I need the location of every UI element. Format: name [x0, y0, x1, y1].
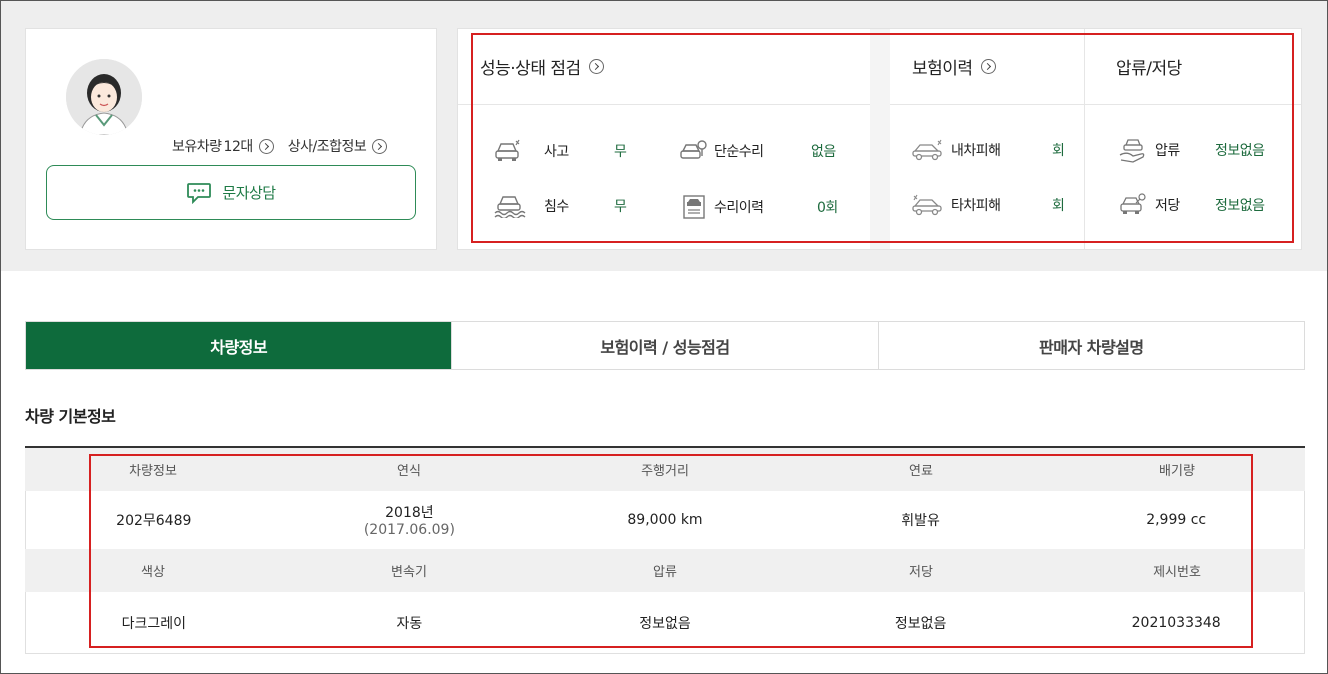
header-display-number: 제시번호 — [1153, 565, 1201, 580]
value-color: 다크그레이 — [121, 615, 186, 632]
car-flood-icon — [494, 196, 526, 218]
accident-row: 사고 무 — [494, 139, 664, 163]
chat-icon — [187, 182, 212, 204]
table-header-row: 색상 변속기 압류 저당 제시번호 — [25, 549, 1305, 592]
table-row: 다크그레이 자동 정보없음 정보없음 2021033348 — [25, 592, 1305, 654]
accident-label: 사고 — [544, 144, 569, 160]
chevron-right-icon — [588, 59, 604, 74]
seizure-header: 압류/저당 — [1085, 29, 1301, 105]
other-damage-row: 타차피해 회 — [912, 194, 1082, 216]
value-transmission: 자동 — [396, 615, 423, 632]
dealer-info-link[interactable]: 상사/조합정보 — [288, 136, 388, 156]
repair-history-value: 0회 — [817, 200, 838, 216]
header-seizure: 압류 — [653, 565, 677, 580]
value-display-number: 2021033348 — [1131, 614, 1221, 631]
seller-avatar — [66, 59, 142, 135]
flood-label: 침수 — [544, 199, 569, 215]
owned-label: 보유차량 — [172, 139, 222, 155]
vehicle-summary-card: 성능·상태 점검 사고 무 단순수리 없음 침수 무 수리이력 0회 보험이력 … — [457, 28, 1302, 250]
header-mileage: 주행거리 — [641, 464, 689, 479]
seller-links: 보유차량 12대 상사/조합정보 — [172, 136, 388, 156]
header-fuel: 연료 — [909, 464, 933, 479]
year-main: 2018년 — [385, 505, 434, 521]
header-color: 색상 — [141, 565, 165, 580]
sms-button-label: 문자상담 — [222, 184, 276, 202]
seizure-title: 압류/저당 — [1116, 59, 1182, 79]
seller-card: 보유차량 12대 상사/조합정보 문자상담 — [25, 28, 437, 250]
header-displacement: 배기량 — [1159, 464, 1195, 479]
repair-history-label: 수리이력 — [714, 200, 764, 216]
chevron-right-icon — [980, 59, 996, 74]
simple-repair-row: 단순수리 없음 — [680, 139, 850, 163]
chevron-right-icon — [372, 138, 388, 154]
other-car-damage-icon — [912, 194, 942, 216]
my-car-damage-icon — [912, 139, 942, 161]
seizure-label: 압류 — [1155, 143, 1180, 159]
basic-info-table: 차량정보 연식 주행거리 연료 배기량 202무6489 2018년 (2017… — [25, 446, 1305, 654]
insurance-section: 보험이력 내차피해 회 타차피해 회 — [890, 29, 1085, 249]
car-repair-icon — [680, 140, 707, 159]
simple-repair-value: 없음 — [811, 144, 836, 160]
detail-tabs: 차량정보 보험이력 / 성능점검 판매자 차량설명 — [25, 321, 1305, 370]
mortgage-label: 저당 — [1155, 198, 1180, 214]
value-plate-number: 202무6489 — [116, 513, 192, 529]
other-damage-label: 타차피해 — [951, 198, 1001, 214]
repair-history-icon — [683, 195, 705, 219]
mortgage-value: 정보없음 — [1215, 198, 1265, 214]
chevron-right-icon — [258, 138, 274, 154]
accident-value: 무 — [614, 144, 627, 160]
dealer-info-label: 상사/조합정보 — [287, 139, 367, 155]
owned-cars-link[interactable]: 보유차량 12대 — [172, 136, 274, 156]
seizure-section: 압류/저당 압류 정보없음 저당 정보없음 — [1085, 29, 1301, 249]
flood-row: 침수 무 — [494, 194, 664, 218]
flood-value: 무 — [614, 199, 627, 215]
tab-vehicle-info[interactable]: 차량정보 — [26, 322, 453, 369]
section-divider — [870, 29, 890, 249]
car-accident-icon — [495, 139, 520, 161]
value-mortgage: 정보없음 — [894, 615, 947, 632]
mortgage-row: 저당 정보없음 — [1119, 192, 1299, 218]
tab-seller-description[interactable]: 판매자 차량설명 — [879, 322, 1304, 369]
seizure-row: 압류 정보없음 — [1119, 137, 1299, 163]
sms-consult-button[interactable]: 문자상담 — [46, 165, 416, 220]
my-damage-label: 내차피해 — [951, 143, 1001, 159]
insurance-title: 보험이력 — [912, 59, 973, 79]
header-year: 연식 — [397, 464, 421, 479]
value-year: 2018년 (2017.06.09) — [282, 491, 538, 549]
owned-count: 12대 — [223, 139, 254, 155]
header-transmission: 변속기 — [391, 565, 427, 580]
performance-header[interactable]: 성능·상태 점검 — [458, 29, 870, 105]
performance-title: 성능·상태 점검 — [480, 59, 581, 79]
simple-repair-label: 단순수리 — [714, 144, 764, 160]
performance-section: 성능·상태 점검 사고 무 단순수리 없음 침수 무 수리이력 0회 — [458, 29, 870, 249]
year-registration-date: (2017.06.09) — [363, 522, 455, 538]
other-damage-value: 회 — [1052, 198, 1065, 214]
repair-history-row: 수리이력 0회 — [680, 194, 850, 220]
seizure-icon — [1119, 139, 1145, 163]
table-row: 202무6489 2018년 (2017.06.09) 89,000 km 휘발… — [25, 491, 1305, 549]
value-seizure: 정보없음 — [639, 615, 691, 632]
table-header-row: 차량정보 연식 주행거리 연료 배기량 — [25, 448, 1305, 491]
value-mileage: 89,000 km — [627, 512, 703, 528]
my-damage-row: 내차피해 회 — [912, 139, 1082, 161]
tab-insurance-performance[interactable]: 보험이력 / 성능점검 — [452, 322, 879, 369]
mortgage-icon — [1120, 193, 1146, 214]
value-displacement: 2,999 cc — [1146, 512, 1207, 528]
my-damage-value: 회 — [1052, 143, 1065, 159]
insurance-header[interactable]: 보험이력 — [890, 29, 1084, 105]
seizure-value: 정보없음 — [1215, 143, 1265, 159]
header-vehicle-info: 차량정보 — [129, 464, 177, 479]
basic-info-title: 차량 기본정보 — [25, 407, 116, 426]
header-mortgage: 저당 — [909, 565, 933, 580]
value-fuel: 휘발유 — [901, 513, 940, 529]
